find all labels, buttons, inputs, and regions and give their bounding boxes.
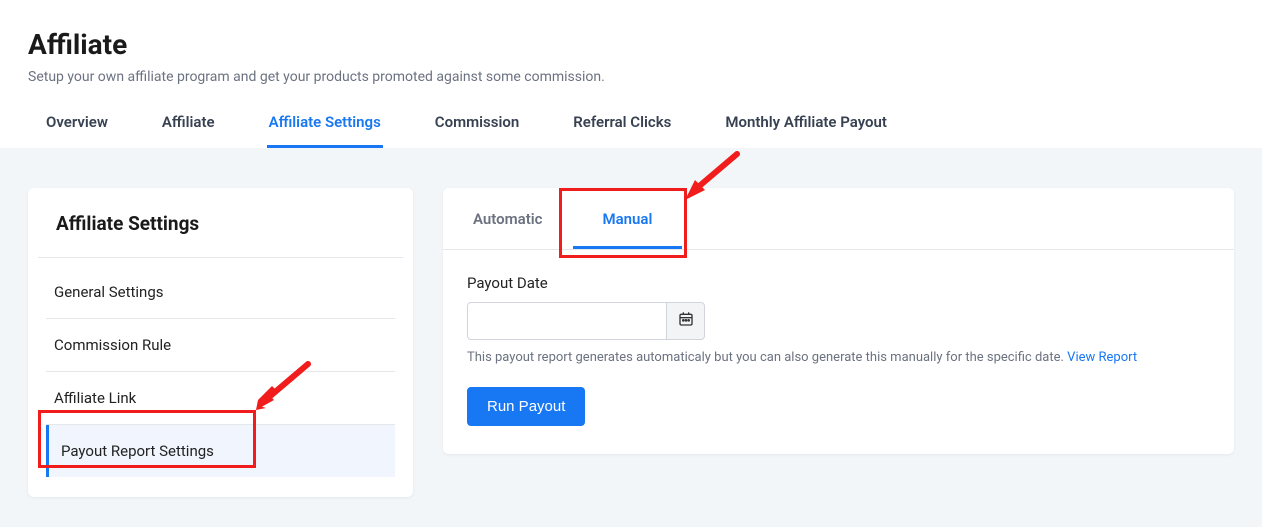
tab-overview[interactable]: Overview	[44, 103, 110, 148]
tab-affiliate[interactable]: Affiliate	[160, 103, 217, 148]
payout-date-input[interactable]	[467, 302, 667, 340]
sidebar-item-general-settings[interactable]: General Settings	[46, 266, 395, 319]
calendar-button[interactable]	[667, 302, 705, 340]
view-report-link[interactable]: View Report	[1067, 350, 1137, 365]
sidebar-item-commission-rule[interactable]: Commission Rule	[46, 319, 395, 372]
payout-date-label: Payout Date	[467, 274, 1210, 292]
inner-tab-manual[interactable]: Manual	[573, 188, 683, 249]
inner-tab-automatic[interactable]: Automatic	[443, 188, 573, 249]
sidebar-card: Affiliate Settings General Settings Comm…	[28, 188, 413, 497]
tab-referral-clicks[interactable]: Referral Clicks	[571, 103, 673, 148]
inner-tabs: Automatic Manual	[443, 188, 1234, 250]
sidebar-item-affiliate-link[interactable]: Affiliate Link	[46, 372, 395, 425]
tab-affiliate-settings[interactable]: Affiliate Settings	[267, 103, 383, 148]
run-payout-button[interactable]: Run Payout	[467, 387, 585, 426]
main-card: Automatic Manual Payout Date	[443, 188, 1234, 454]
sidebar-item-payout-report-settings[interactable]: Payout Report Settings	[46, 425, 395, 477]
page-title: Affiliate	[28, 28, 1234, 61]
tab-commission[interactable]: Commission	[433, 103, 521, 148]
sidebar-title: Affiliate Settings	[38, 188, 403, 258]
top-tabs: Overview Affiliate Affiliate Settings Co…	[28, 103, 1234, 148]
tab-monthly-payout[interactable]: Monthly Affiliate Payout	[723, 103, 889, 148]
help-text: This payout report generates automatical…	[467, 350, 1210, 365]
page-subtitle: Setup your own affiliate program and get…	[28, 69, 1234, 85]
calendar-icon	[678, 311, 694, 331]
